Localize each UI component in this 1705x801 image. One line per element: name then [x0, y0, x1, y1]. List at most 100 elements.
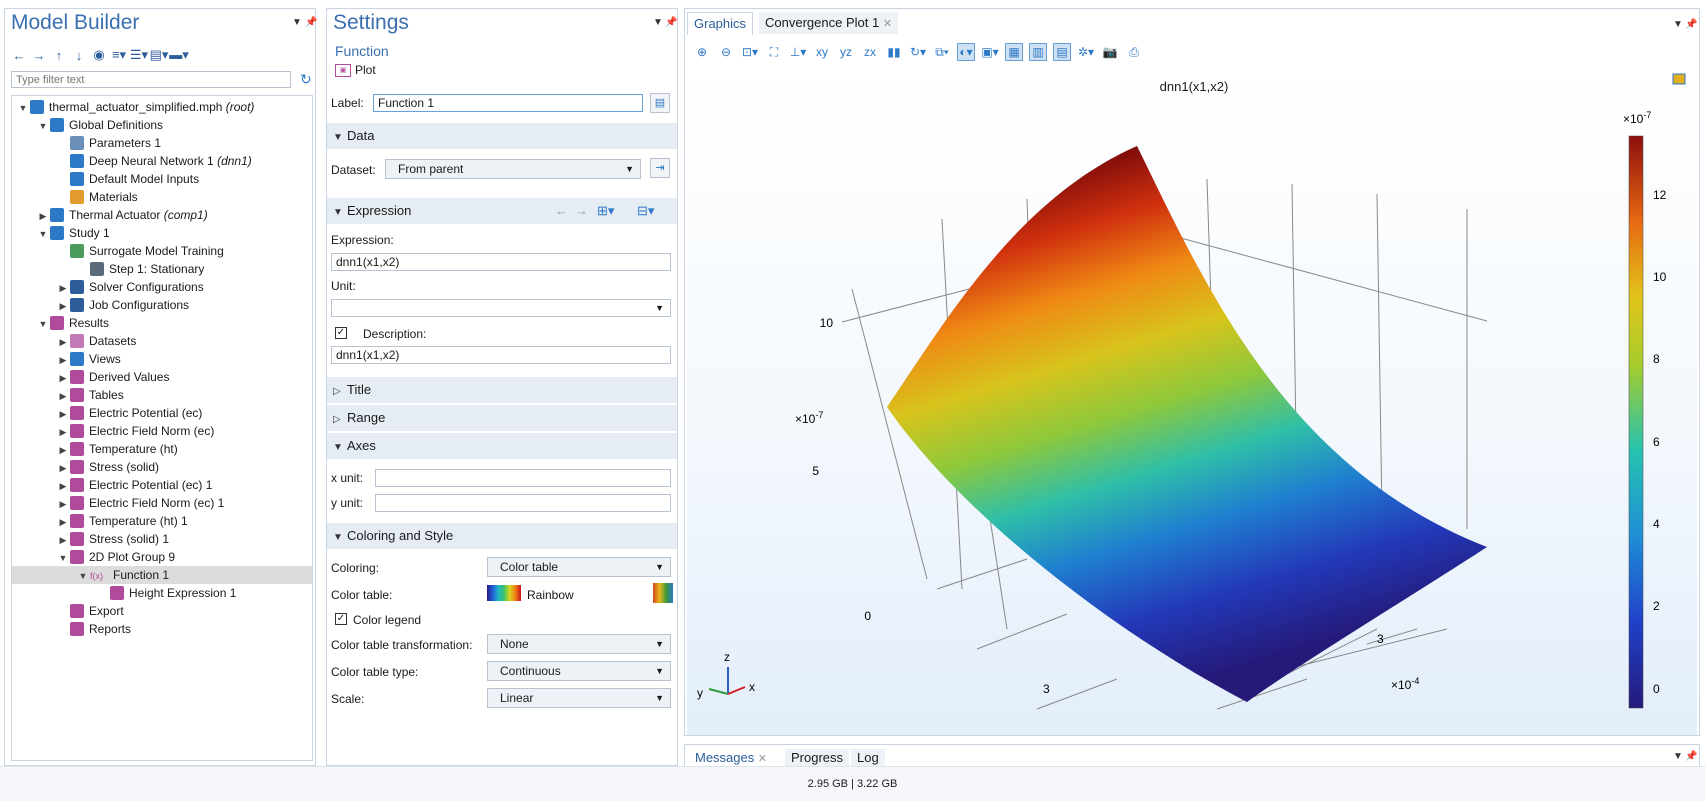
tree-item[interactable]: ▶ Electric Potential (ec) 1 [12, 476, 312, 494]
view-axes-icon[interactable]: ⊥▾ [789, 43, 807, 61]
tree-item[interactable]: ▶ Thermal Actuator (comp1) [12, 206, 312, 224]
section-range[interactable]: ▷ Range [327, 405, 677, 431]
expand-arrow-icon[interactable]: ▼ [36, 315, 50, 333]
pin-icon[interactable]: 📌 [1685, 19, 1697, 30]
refresh-icon[interactable]: ↻ [300, 71, 316, 87]
expand-arrow-icon[interactable]: ▼ [36, 117, 50, 135]
coloring-select[interactable]: Color table ▼ [487, 557, 671, 577]
tree-item[interactable]: ▶ Derived Values [12, 368, 312, 386]
back-arrow-icon[interactable]: ← [11, 47, 27, 63]
color-table-browse-button[interactable] [653, 583, 673, 603]
tree-item[interactable]: ▶ Stress (solid) 1 [12, 530, 312, 548]
undo-icon[interactable]: ← [555, 198, 568, 224]
zoom-extents-icon[interactable]: ⛶ [765, 43, 783, 61]
render-icon[interactable]: ✲▾ [1077, 43, 1095, 61]
build-icon[interactable]: ▬▾ [169, 47, 189, 63]
graphics-canvas[interactable]: dnn1(x1,x2) 10 5 0 ×10-7 3 3 ×10-4 ×10-7… [687, 69, 1697, 735]
collapse-arrow-icon[interactable]: ▶ [56, 333, 70, 351]
collapse-arrow-icon[interactable]: ▶ [56, 369, 70, 387]
tree-item[interactable]: ▶ Solver Configurations [12, 278, 312, 296]
tree-item[interactable]: ▶ Electric Potential (ec) [12, 404, 312, 422]
forward-arrow-icon[interactable]: → [31, 47, 47, 63]
tree-item[interactable]: Materials [12, 188, 312, 206]
tree-item[interactable]: ▼ 2D Plot Group 9 [12, 548, 312, 566]
tree-item[interactable]: Reports [12, 620, 312, 638]
expand-arrow-icon[interactable]: ▼ [56, 549, 70, 567]
dataset-goto-button[interactable]: ⇥ [650, 158, 670, 178]
section-axes[interactable]: ▼ Axes [327, 433, 677, 459]
zoom-box-icon[interactable]: ⊡▾ [741, 43, 759, 61]
replace-expression-icon[interactable]: ⊞▾ [597, 198, 614, 224]
tree-item[interactable]: ▶ Electric Field Norm (ec) [12, 422, 312, 440]
description-input[interactable]: dnn1(x1,x2) [331, 346, 671, 364]
y-unit-input[interactable] [375, 494, 671, 512]
label-input[interactable]: Function 1 [373, 94, 643, 112]
scale-select[interactable]: Linear ▼ [487, 688, 671, 708]
collapse-arrow-icon[interactable]: ▶ [56, 531, 70, 549]
collapse-arrow-icon[interactable]: ▶ [56, 423, 70, 441]
view-yz-icon[interactable]: yz [837, 43, 855, 61]
pin-icon[interactable]: 📌 [665, 17, 677, 28]
tree-item[interactable]: ▶ Temperature (ht) [12, 440, 312, 458]
print-icon[interactable]: ⎙ [1125, 43, 1143, 61]
collapse-arrow-icon[interactable]: ▶ [56, 513, 70, 531]
tree-item[interactable]: Export [12, 602, 312, 620]
tree-item[interactable]: ▶ Views [12, 350, 312, 368]
section-coloring-style[interactable]: ▼ Coloring and Style [327, 523, 677, 549]
zoom-in-icon[interactable]: ⊕ [693, 43, 711, 61]
collapse-arrow-icon[interactable]: ▶ [56, 387, 70, 405]
screenshot-icon[interactable]: 📷 [1101, 43, 1119, 61]
tree-filter-input[interactable] [11, 71, 291, 88]
dataset-select[interactable]: From parent ▼ [385, 159, 641, 179]
legend-toggle-icon[interactable] [1672, 73, 1686, 85]
close-tab-icon[interactable]: ✕ [758, 753, 767, 765]
collapse-arrow-icon[interactable]: ▶ [56, 297, 70, 315]
headlight-icon[interactable]: ◐▾ [957, 43, 975, 61]
show-axis-icon[interactable]: ▥ [1029, 43, 1047, 61]
collapse-arrow-icon[interactable]: ▶ [36, 207, 50, 225]
tree-item[interactable]: ▶ Tables [12, 386, 312, 404]
transformation-select[interactable]: None ▼ [487, 634, 671, 654]
collapse-arrow-icon[interactable]: ▶ [56, 279, 70, 297]
tree-item[interactable]: ▼ Study 1 [12, 224, 312, 242]
section-title[interactable]: ▷ Title [327, 377, 677, 403]
collapse-arrow-icon[interactable]: ▶ [56, 459, 70, 477]
tab-log[interactable]: Log [851, 749, 885, 767]
view-zx-icon[interactable]: zx [861, 43, 879, 61]
rainbow-swatch[interactable] [487, 585, 521, 601]
sort-icon[interactable]: ▤▾ [150, 47, 169, 63]
tree-item[interactable]: ▶ Electric Field Norm (ec) 1 [12, 494, 312, 512]
panel-menu-icon[interactable]: ▼ [292, 17, 302, 28]
unit-select[interactable]: ▼ [331, 299, 671, 317]
collapse-arrow-icon[interactable]: ▶ [56, 477, 70, 495]
tree-item[interactable]: Default Model Inputs [12, 170, 312, 188]
expression-input[interactable]: dnn1(x1,x2) [331, 253, 671, 271]
tree-item[interactable]: ▼ Results [12, 314, 312, 332]
collapse-arrow-icon[interactable]: ▶ [56, 405, 70, 423]
pin-icon[interactable]: 📌 [1685, 751, 1697, 762]
redo-icon[interactable]: → [575, 198, 588, 224]
collapse-arrow-icon[interactable]: ▶ [56, 441, 70, 459]
tree-item[interactable]: Parameters 1 [12, 134, 312, 152]
tab-messages[interactable]: Messages ✕ [689, 749, 773, 767]
scene-light-icon[interactable]: ⧉▾ [933, 43, 951, 61]
tree-item[interactable]: ▼ thermal_actuator_simplified.mph (root) [12, 98, 312, 116]
tree-item[interactable]: ▼ f(x) Function 1 [12, 566, 312, 584]
move-up-icon[interactable]: ↑ [51, 47, 67, 63]
plot-button[interactable]: ▣ Plot [335, 63, 376, 77]
pin-icon[interactable]: 📌 [305, 17, 317, 28]
panel-menu-icon[interactable]: ▼ [1673, 19, 1683, 30]
panel-menu-icon[interactable]: ▼ [653, 17, 663, 28]
view-xy-icon[interactable]: xy [813, 43, 831, 61]
tab-graphics[interactable]: Graphics [687, 12, 754, 35]
reset-view-icon[interactable]: ↻▾ [909, 43, 927, 61]
tab-convergence-plot[interactable]: Convergence Plot 1 ✕ [759, 12, 899, 34]
close-tab-icon[interactable]: ✕ [883, 18, 892, 30]
camera-view-icon[interactable]: ▮▮ [885, 43, 903, 61]
tree-item[interactable]: ▼ Global Definitions [12, 116, 312, 134]
show-legends-icon[interactable]: ▤ [1053, 43, 1071, 61]
collapse-arrow-icon[interactable]: ▶ [56, 351, 70, 369]
transparency-icon[interactable]: ▣▾ [981, 43, 999, 61]
label-edit-button[interactable]: ▤ [650, 93, 670, 113]
tree-item[interactable]: ▶ Stress (solid) [12, 458, 312, 476]
